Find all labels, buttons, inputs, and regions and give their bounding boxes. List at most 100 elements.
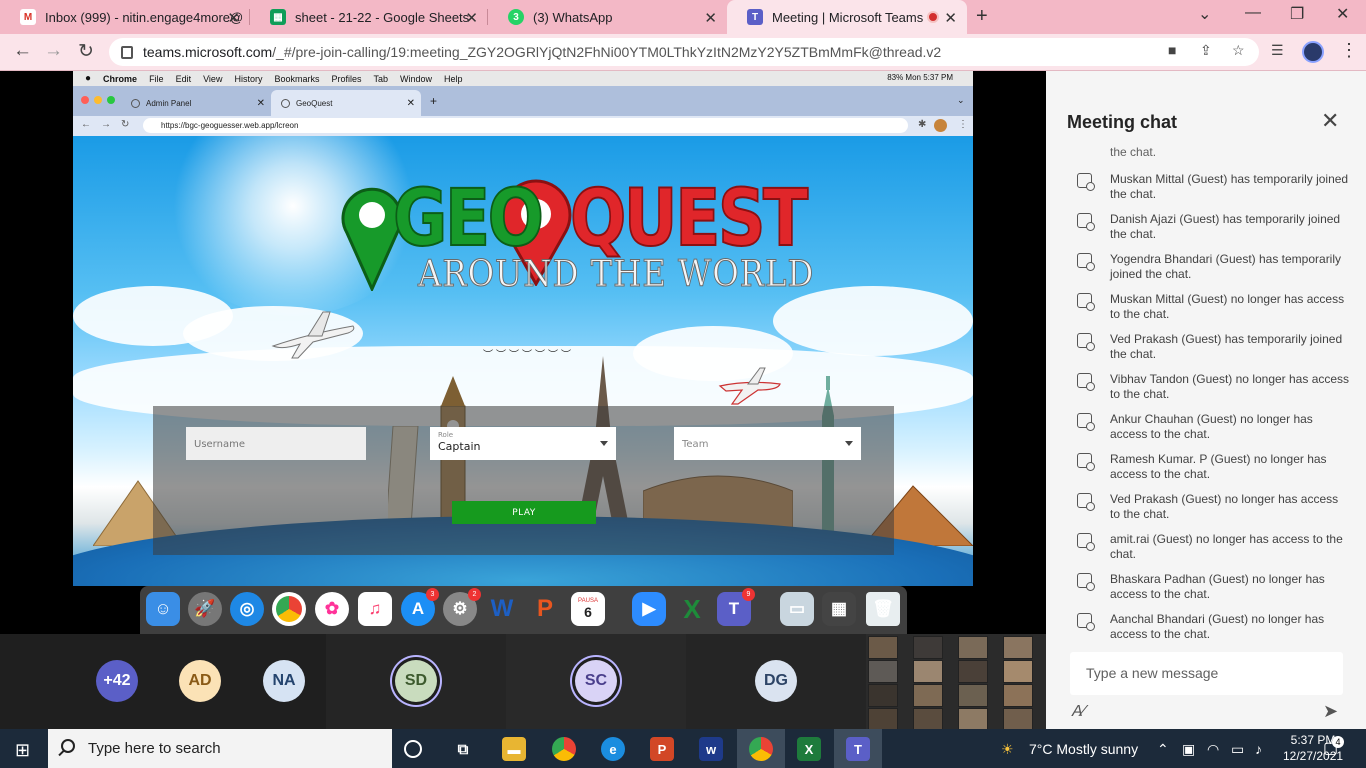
role-value: Captain: [438, 440, 481, 453]
participant-tile[interactable]: SC: [506, 634, 686, 729]
close-icon[interactable]: ✕: [465, 9, 478, 27]
video-thumbnail: [868, 636, 898, 659]
back-icon[interactable]: ←: [13, 40, 32, 62]
participant-tile[interactable]: DG: [686, 634, 866, 729]
tab-whatsapp[interactable]: 3 (3) WhatsApp ✕: [488, 0, 727, 34]
url-field[interactable]: teams.microsoft.com/_#/pre-join-calling/…: [109, 38, 1259, 66]
inner-url: https://bgc-geoguesser.web.app/lcreon: [161, 121, 299, 130]
window-close-icon[interactable]: ✕: [1336, 4, 1349, 24]
avatar-overflow[interactable]: +42: [96, 660, 138, 702]
share-icon[interactable]: ⇪: [1200, 42, 1212, 59]
wifi-icon[interactable]: ◠: [1207, 741, 1219, 758]
mac-dock: ☺ 🚀 ◎ ✿ ♫ A3 ⚙ 2 W P PAUSA 6 ▶ X T9 ▭ ▦ 🗑: [140, 586, 907, 634]
username-input[interactable]: Username: [186, 427, 366, 460]
participant-tile[interactable]: SD: [326, 634, 506, 729]
close-icon[interactable]: ✕: [704, 9, 717, 27]
edge-icon[interactable]: e: [601, 737, 625, 761]
close-icon[interactable]: ✕: [1321, 108, 1339, 134]
music-icon: ♫: [358, 592, 392, 626]
mac-zoom-icon: [107, 96, 115, 104]
airplane-icon: [718, 367, 781, 405]
camera-icon[interactable]: ■: [1168, 42, 1176, 58]
forward-icon[interactable]: →: [44, 40, 63, 62]
weather-text[interactable]: 7°C Mostly sunny: [1029, 741, 1138, 757]
video-thumbnail: [868, 708, 898, 731]
calendar-icon: PAUSA 6: [571, 592, 605, 626]
globe-icon: [281, 98, 290, 108]
chrome-icon[interactable]: [749, 737, 773, 761]
cortana-icon[interactable]: [404, 740, 422, 758]
avatar[interactable]: AD: [179, 660, 221, 702]
restore-icon[interactable]: ❐: [1290, 4, 1304, 24]
tab-gmail[interactable]: M Inbox (999) - nitin.engage4more@ ✕: [0, 0, 250, 34]
close-icon[interactable]: ✕: [227, 9, 240, 27]
participant-event-icon: [1077, 293, 1095, 311]
chat-message: Ved Prakash (Guest) has temporarily join…: [1077, 332, 1366, 362]
menu-view: View: [203, 73, 223, 84]
avatar-initials: SD: [404, 672, 428, 689]
mac-menu-bar: ● Chrome File Edit View History Bookmark…: [73, 71, 973, 86]
notifications-icon[interactable]: ▢ 4: [1323, 736, 1344, 758]
video-thumbnail: [868, 660, 898, 683]
chat-message: Bhaskara Padhan (Guest) no longer has ac…: [1077, 572, 1366, 602]
preview-icon: ▭: [780, 592, 814, 626]
avatar: SD: [395, 660, 437, 702]
geoquest-page: GEO QUEST AROUND THE WORLD ︶︶︶︶︶︶︶ Usern…: [73, 136, 973, 586]
chat-message-input[interactable]: Type a new message: [1070, 652, 1343, 695]
volume-icon[interactable]: ♪: [1255, 741, 1262, 757]
windows-start-icon[interactable]: ⊞: [15, 740, 30, 761]
meeting-chat-panel: Meeting chat ✕ the chat. Muskan Mittal (…: [1046, 71, 1366, 729]
send-icon[interactable]: ➤: [1323, 701, 1338, 722]
chrome-icon[interactable]: [552, 737, 576, 761]
menu-bookmarks: Bookmarks: [274, 73, 320, 84]
format-icon[interactable]: A⁄: [1072, 703, 1085, 721]
chat-messages[interactable]: the chat. Muskan Mittal (Guest) has temp…: [1046, 146, 1366, 643]
tab-search-icon[interactable]: ⌄: [1198, 4, 1211, 24]
close-icon: ✕: [256, 98, 265, 109]
network-drive-icon[interactable]: ▣: [1182, 741, 1195, 758]
logo-subtitle: AROUND THE WORLD: [418, 254, 815, 296]
menu-icon[interactable]: ⋮: [1340, 40, 1358, 61]
play-button[interactable]: PLAY: [452, 501, 596, 524]
file-explorer-icon[interactable]: ▬: [502, 737, 526, 761]
battery-icon[interactable]: ▭: [1231, 741, 1244, 758]
inner-address-bar: ← → ↻ https://bgc-geoguesser.web.app/lcr…: [73, 116, 973, 136]
menu-edit: Edit: [175, 73, 192, 84]
badge: 3: [426, 588, 439, 601]
teams-icon[interactable]: T: [846, 737, 870, 761]
menu-chrome: Chrome: [103, 73, 138, 84]
tab-label: sheet - 21-22 - Google Sheets: [295, 9, 470, 25]
chat-message: Aanchal Bhandari (Guest) no longer has a…: [1077, 612, 1366, 642]
video-gallery-thumbnail[interactable]: [866, 634, 1046, 731]
powerpoint-icon[interactable]: P: [650, 737, 674, 761]
chat-message-partial: the chat.: [1077, 146, 1366, 160]
chat-message: Vibhav Tandon (Guest) no longer has acce…: [1077, 372, 1366, 402]
participant-group: +42 AD NA: [0, 634, 326, 729]
teams-icon: T9: [717, 588, 755, 626]
minimize-icon[interactable]: —: [1245, 4, 1261, 22]
url-path: /_#/pre-join-calling/19:meeting_ZGY2OGRl…: [272, 44, 942, 60]
reading-list-icon[interactable]: ☰: [1271, 42, 1284, 59]
profile-avatar[interactable]: [1302, 41, 1324, 63]
webex-icon[interactable]: w: [699, 737, 723, 761]
badge: 2: [468, 588, 481, 601]
new-tab-icon[interactable]: +: [976, 5, 988, 28]
avatar[interactable]: NA: [263, 660, 305, 702]
role-select[interactable]: Role Captain: [430, 427, 616, 460]
back-icon: ←: [81, 119, 91, 130]
task-view-icon[interactable]: ⧉: [451, 737, 475, 761]
taskbar-search[interactable]: Type here to search: [48, 729, 392, 768]
tab-teams[interactable]: T Meeting | Microsoft Teams ✕: [727, 0, 967, 34]
search-icon: [61, 739, 75, 753]
menu-file: File: [149, 73, 164, 84]
chevron-up-icon[interactable]: ⌃: [1157, 741, 1169, 758]
chat-message-text: Bhaskara Padhan (Guest) no longer has ac…: [1110, 572, 1325, 601]
tab-sheets[interactable]: ▦ sheet - 21-22 - Google Sheets ✕: [250, 0, 488, 34]
bookmark-star-icon[interactable]: ☆: [1232, 42, 1245, 59]
close-icon[interactable]: ✕: [944, 9, 957, 27]
excel-icon[interactable]: X: [797, 737, 821, 761]
menu-help: Help: [444, 73, 463, 84]
team-select[interactable]: Team: [674, 427, 861, 460]
inner-tab-bar: Admin Panel ✕ GeoQuest ✕ + ⌄: [73, 86, 973, 116]
reload-icon[interactable]: ↻: [78, 40, 94, 63]
